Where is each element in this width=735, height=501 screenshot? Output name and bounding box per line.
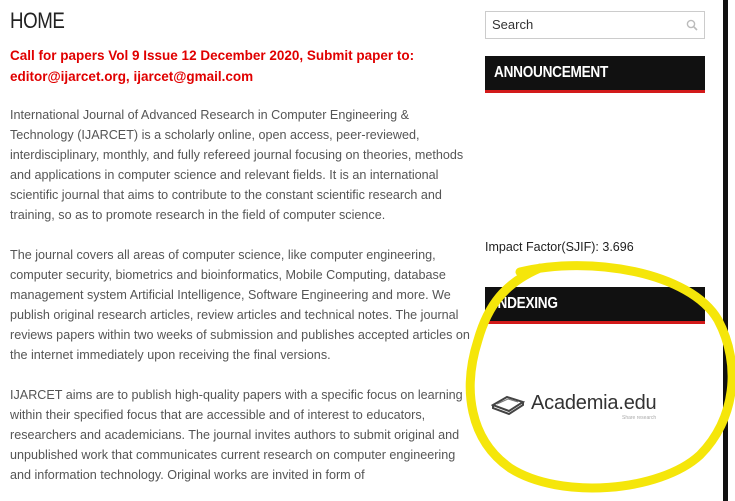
academia-book-icon bbox=[491, 395, 525, 415]
announcement-widget: ANNOUNCEMENT bbox=[485, 56, 705, 93]
page-title: HOME bbox=[10, 8, 65, 33]
academia-subtext: Share research bbox=[622, 415, 657, 421]
intro-paragraph-3: IJARCET aims are to publish high-quality… bbox=[10, 388, 463, 482]
main-content: HOME Call for papers Vol 9 Issue 12 Dece… bbox=[10, 8, 470, 485]
announcement-heading: ANNOUNCEMENT bbox=[485, 56, 705, 93]
intro-paragraph-1: International Journal of Advanced Resear… bbox=[10, 108, 464, 222]
page-divider bbox=[723, 0, 728, 501]
impact-factor: Impact Factor(SJIF): 3.696 bbox=[485, 240, 634, 254]
indexing-heading: INDEXING bbox=[485, 287, 705, 324]
sidebar: ANNOUNCEMENT Impact Factor(SJIF): 3.696 … bbox=[485, 11, 705, 421]
intro-paragraph-2: The journal covers all areas of computer… bbox=[10, 248, 470, 362]
search-box bbox=[485, 11, 705, 39]
call-for-papers-notice: Call for papers Vol 9 Issue 12 December … bbox=[10, 48, 415, 84]
search-icon[interactable] bbox=[686, 19, 698, 31]
academia-logo-text: Academia.edu bbox=[531, 391, 657, 414]
indexing-widget: INDEXING bbox=[485, 287, 705, 324]
academia-edu-link[interactable]: Academia.edu Share research bbox=[491, 391, 657, 421]
search-input[interactable] bbox=[486, 12, 672, 36]
